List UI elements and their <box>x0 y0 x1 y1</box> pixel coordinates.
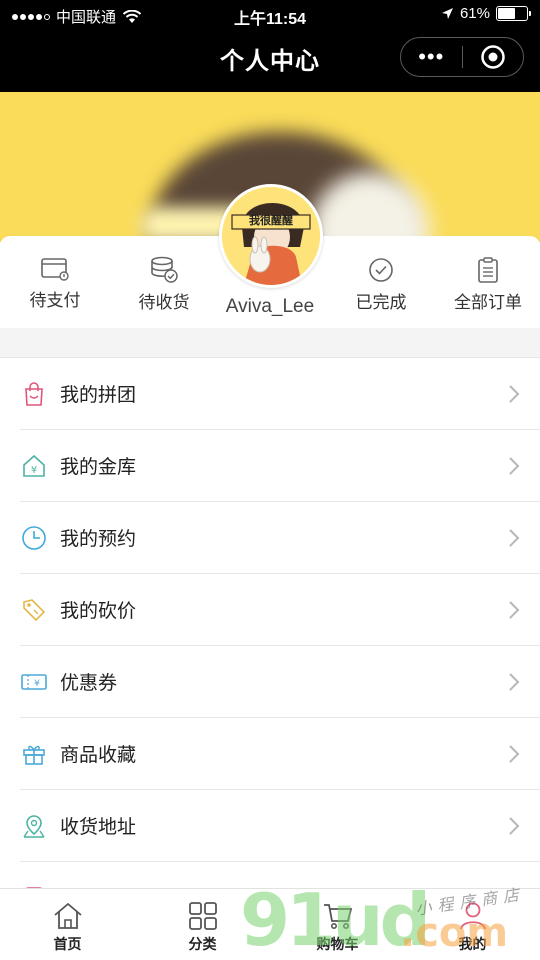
menu-label: 商品收藏 <box>60 745 137 766</box>
chevron-right-icon <box>509 457 520 475</box>
order-label: 待支付 <box>29 291 81 310</box>
order-pending-payment[interactable]: 待支付 <box>0 256 110 311</box>
menu-label: 我的砍价 <box>60 601 137 622</box>
wallet-card-icon <box>41 258 69 281</box>
price-tag-icon <box>20 596 48 624</box>
menu-item-bargain[interactable]: 我的砍价 <box>20 574 540 646</box>
menu-item-appointment[interactable]: 我的预约 <box>20 502 540 574</box>
battery-icon <box>496 6 531 21</box>
target-close-icon <box>480 45 505 69</box>
chevron-right-icon <box>509 601 520 619</box>
chevron-right-icon <box>509 673 520 691</box>
avatar[interactable]: 我很醒醒 <box>219 184 323 288</box>
tab-bar: 首页 分类 购物车 我的 <box>0 888 540 960</box>
menu-item-vault[interactable]: ¥ 我的金库 <box>20 430 540 502</box>
order-all[interactable]: 全部订单 <box>433 256 540 313</box>
close-button[interactable] <box>462 44 523 70</box>
menu-item-coupons[interactable]: ¥ 优惠券 <box>20 646 540 718</box>
menu-label: 我的预约 <box>60 529 137 550</box>
user-icon <box>459 902 486 930</box>
tab-label: 我的 <box>458 936 487 952</box>
avatar-caption: 我很醒醒 <box>249 215 293 227</box>
more-dots: ••• <box>418 44 445 69</box>
tab-home[interactable]: 首页 <box>0 889 135 960</box>
grid-icon <box>188 902 217 930</box>
chevron-right-icon <box>509 385 520 403</box>
menu-item-group-buy[interactable]: 我的拼团 <box>20 358 540 430</box>
cart-icon <box>323 904 352 929</box>
tab-label: 购物车 <box>316 936 359 952</box>
clock-icon <box>20 524 48 552</box>
home-icon <box>53 902 82 929</box>
chevron-right-icon <box>509 817 520 835</box>
tab-label: 分类 <box>188 936 217 952</box>
check-circle-icon <box>369 258 393 282</box>
menu-label: 我的拼团 <box>60 385 137 406</box>
menu-item-favorites[interactable]: 商品收藏 <box>20 718 540 790</box>
tab-mine[interactable]: 我的 <box>405 889 540 960</box>
coupon-icon: ¥ <box>20 668 48 696</box>
tab-cart[interactable]: 购物车 <box>270 889 405 960</box>
shopping-bag-icon <box>20 380 48 408</box>
section-divider <box>0 328 540 358</box>
menu-label: 收货地址 <box>60 817 137 838</box>
tab-label: 首页 <box>53 936 82 952</box>
status-right: 61% <box>441 5 531 22</box>
house-yen-icon: ¥ <box>20 452 48 480</box>
username: Aviva_Lee <box>225 296 315 317</box>
coin-stack-check-icon <box>151 256 178 283</box>
menu-item-address[interactable]: 收货地址 <box>20 790 540 862</box>
gift-icon <box>20 740 48 768</box>
chevron-right-icon <box>509 745 520 763</box>
menu-label: 我的金库 <box>60 457 137 478</box>
avatar-illustration <box>222 187 320 285</box>
svg-text:¥: ¥ <box>31 465 37 476</box>
menu-label: 优惠券 <box>60 673 118 694</box>
top-bar: 中国联通 上午11:54 61% 个人中心 ••• <box>0 0 540 92</box>
tab-category[interactable]: 分类 <box>135 889 270 960</box>
battery-percent: 61% <box>459 5 490 22</box>
chevron-right-icon <box>509 529 520 547</box>
status-bar: 中国联通 上午11:54 61% <box>0 0 540 30</box>
location-arrow-icon <box>441 8 453 19</box>
more-button[interactable]: ••• <box>401 46 462 68</box>
menu-list: 我的拼团 ¥ 我的金库 我的预约 我的砍价 ¥ 优惠券 商品收藏 收货地址 <box>0 358 540 934</box>
order-label: 全部订单 <box>454 293 522 312</box>
svg-text:¥: ¥ <box>34 679 40 689</box>
clipboard-list-icon <box>478 257 498 283</box>
map-pin-icon <box>20 812 48 840</box>
miniprogram-capsule: ••• <box>400 37 524 77</box>
